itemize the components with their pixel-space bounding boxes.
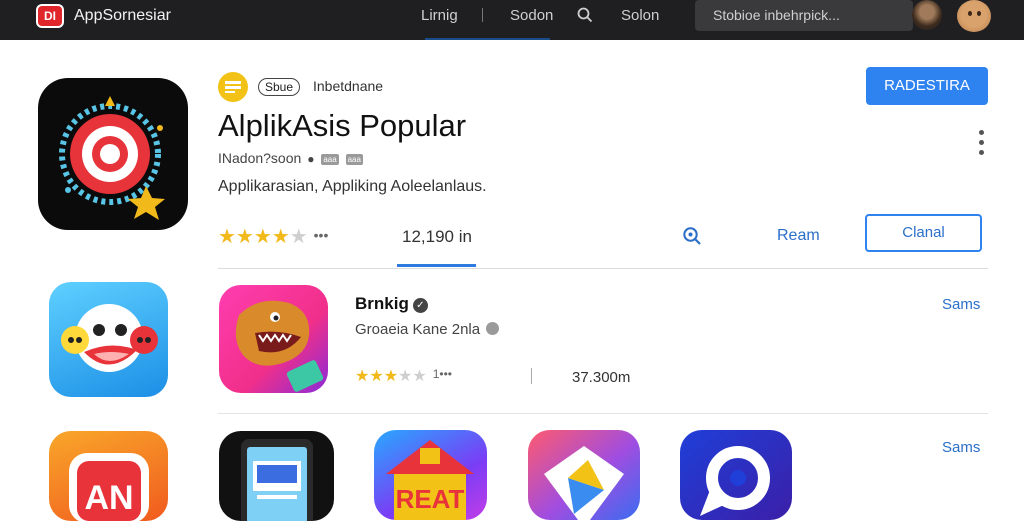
row-rating-stars: ★★★★★ 1••• (355, 366, 452, 386)
install-button[interactable]: RADESTIRA (866, 67, 988, 105)
row-download-count: 37.300m (572, 369, 631, 386)
an-logo-icon: AN (69, 453, 149, 521)
row-app-title[interactable]: Brnkig ✓ (355, 294, 428, 314)
star-icon: ★★★ (355, 368, 399, 385)
dinosaur-icon (235, 300, 324, 392)
nav-separator (482, 8, 483, 22)
bird-icon (61, 304, 158, 372)
search-input[interactable]: Stobioe inbehrpick... (695, 0, 913, 31)
search-icon[interactable] (577, 7, 593, 23)
rating-stars: ★★★★★ ••• (218, 224, 328, 249)
store-logo[interactable]: DI (36, 4, 64, 28)
user-avatar[interactable] (912, 0, 942, 30)
avatar-eye (968, 11, 972, 16)
download-count[interactable]: 12,190 in (402, 227, 472, 247)
play-app-icon[interactable] (528, 430, 640, 520)
profile-avatar[interactable] (957, 0, 991, 32)
meta-text: INadon?soon (218, 150, 302, 166)
app-meta: INadon?soon ● aaa aaa (218, 150, 363, 166)
divider (218, 268, 988, 269)
more-options-icon[interactable] (978, 130, 986, 162)
secondary-button[interactable]: Clanal (865, 214, 982, 252)
info-badge-icon (486, 322, 500, 335)
phone-app-icon[interactable] (219, 431, 334, 521)
nav-item-3[interactable]: Solon (621, 7, 659, 24)
read-more-link[interactable]: Ream (777, 227, 820, 245)
nav-item-2[interactable]: Sodon (510, 7, 553, 24)
lock-icon: ● (307, 152, 315, 166)
target-icon (59, 96, 165, 220)
phone-screen-icon (241, 439, 313, 521)
an-logo-text: AN (84, 479, 133, 517)
avatar-eye (977, 11, 981, 16)
an-app-icon[interactable]: AN (49, 431, 168, 521)
featured-app-icon[interactable] (38, 78, 188, 230)
nav-item-1[interactable]: Lirnig (421, 7, 458, 24)
star-empty-icon: ★ (289, 226, 308, 248)
circle-app-icon[interactable] (680, 430, 792, 520)
star-icon: ★★★★ (218, 226, 290, 248)
bird-app-icon[interactable] (49, 282, 168, 397)
developer-label[interactable]: Inbetdnane (313, 78, 383, 94)
see-all-link-2[interactable]: Sams (942, 439, 980, 456)
top-bar: DI AppSornesiar Lirnig Sodon Solon Stobi… (0, 0, 1024, 40)
store-name[interactable]: AppSornesiar (74, 7, 171, 25)
meta-badge: aaa (321, 153, 339, 165)
reat-app-icon[interactable]: REAT (374, 430, 487, 520)
category-chip[interactable]: Sbue (258, 78, 300, 96)
row-separator (531, 368, 532, 384)
see-all-link[interactable]: Sams (942, 296, 980, 313)
house-icon: REAT (386, 440, 474, 520)
reat-logo-text: REAT (396, 484, 465, 514)
app-description: Applikarasian, Appliking Aoleelanlaus. (218, 178, 487, 195)
coin-badge-icon (218, 72, 248, 102)
active-tab-indicator (425, 38, 550, 40)
divider (218, 413, 988, 414)
row-app-subtitle: Groaeia Kane 2nla (355, 321, 500, 338)
row-app-title-text[interactable]: Brnkig (355, 294, 409, 313)
play-triangle-icon (544, 446, 624, 520)
tab-underline (397, 264, 476, 267)
row-rating-more: 1••• (432, 367, 452, 381)
page-title: AlplikAsis Popular (218, 108, 467, 143)
circle-logo-icon (700, 446, 770, 516)
search-zoom-icon[interactable] (682, 226, 702, 246)
meta-badge: aaa (345, 153, 363, 165)
star-half-icon: ★★ (398, 368, 427, 385)
verified-icon: ✓ (412, 298, 428, 313)
rating-more: ••• (313, 227, 329, 243)
row-app-subtitle-text: Groaeia Kane 2nla (355, 321, 481, 338)
dino-app-icon[interactable] (219, 285, 328, 393)
